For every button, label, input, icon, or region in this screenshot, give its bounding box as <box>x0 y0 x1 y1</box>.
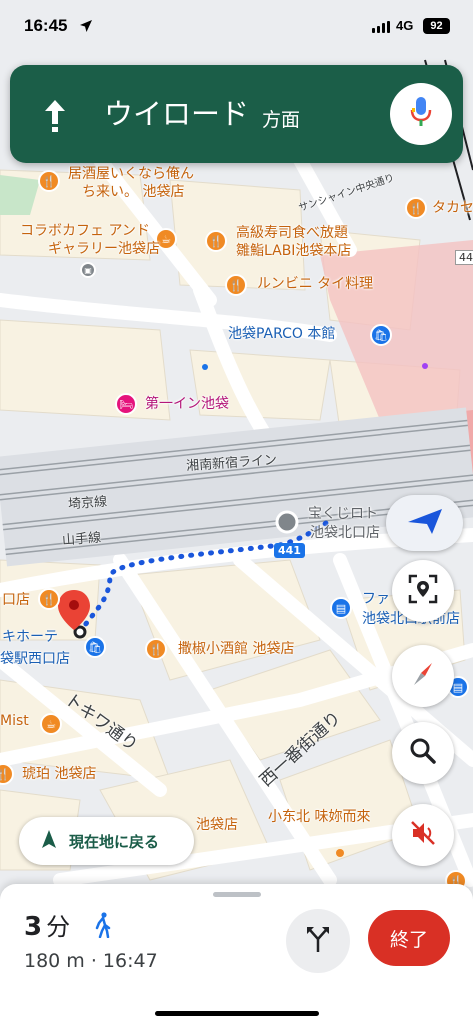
station-icon[interactable]: ▣ <box>80 262 96 278</box>
restaurant-icon[interactable]: 🍴 <box>38 170 60 192</box>
rail-label: 埼京線 <box>67 494 108 513</box>
store-icon[interactable]: ▤ <box>330 597 352 619</box>
route-shield: 44 <box>455 250 473 265</box>
poi-label[interactable]: ち来い。 池袋店 <box>82 183 184 201</box>
battery-level: 92 <box>430 20 443 32</box>
navigation-arrow-icon <box>41 829 57 853</box>
lens-search-icon <box>407 573 439 609</box>
trip-summary-sheet[interactable]: 3分 180 m · 16:47 終了 <box>0 884 473 1024</box>
shopping-icon[interactable]: 🛍 <box>84 636 106 658</box>
destination-name: ウイロード <box>104 97 250 131</box>
end-navigation-button[interactable]: 終了 <box>368 910 450 966</box>
restaurant-icon[interactable]: 🍴 <box>405 197 427 219</box>
poi-label[interactable]: Mist <box>0 712 29 730</box>
home-indicator[interactable] <box>155 1011 319 1016</box>
navigation-banner[interactable]: ウイロード 方面 <box>10 65 463 163</box>
poi-label[interactable]: ギャラリー池袋店 <box>48 240 160 258</box>
network-type: 4G <box>396 18 414 33</box>
poi-label[interactable]: キホーテ <box>2 628 58 646</box>
poi-label[interactable]: 袋駅西口店 <box>0 650 70 668</box>
rail-label: 山手線 <box>61 530 102 549</box>
recenter-label: 現在地に戻る <box>69 832 160 851</box>
alternate-routes-button[interactable] <box>286 909 350 973</box>
poi-label[interactable]: 琥珀 池袋店 <box>22 765 96 783</box>
battery-icon: 92 <box>423 18 450 34</box>
restaurant-icon[interactable]: 🍴 <box>38 588 60 610</box>
distance-eta: 180 m · 16:47 <box>24 950 158 972</box>
walking-icon <box>94 912 112 942</box>
compass-button[interactable] <box>386 495 463 551</box>
poi-label[interactable]: 池袋店 <box>196 816 238 834</box>
poi-label[interactable]: 雛鮨LABI池袋本店 <box>236 242 351 260</box>
poi-label[interactable]: 宝くじロト <box>308 505 378 523</box>
arrow-up-icon <box>43 98 67 138</box>
restaurant-icon[interactable]: 🍴 <box>225 274 247 296</box>
voice-search-button[interactable] <box>390 83 452 145</box>
north-button[interactable] <box>392 645 454 707</box>
poi-label[interactable]: 撒椒小酒館 池袋店 <box>178 640 294 658</box>
poi-label[interactable]: 池袋PARCO 本館 <box>228 325 335 343</box>
mute-button[interactable] <box>392 804 454 866</box>
duration-value: 3 <box>24 912 43 942</box>
poi-label[interactable]: 口店 <box>2 591 30 609</box>
alternate-routes-icon <box>305 925 331 957</box>
status-bar: 16:45 4G 92 <box>0 0 473 50</box>
poi-label[interactable]: コラボカフェ アンド <box>20 222 150 240</box>
sheet-drag-handle[interactable] <box>213 892 261 897</box>
poi-label[interactable]: 小东北 味妳而來 <box>268 808 370 826</box>
map-search-button[interactable] <box>392 722 454 784</box>
location-arrow-icon <box>79 18 93 37</box>
navigation-arrow-icon <box>406 506 444 540</box>
recenter-button[interactable]: 現在地に戻る <box>19 817 194 865</box>
microphone-icon <box>410 96 432 132</box>
lens-button[interactable] <box>392 560 454 622</box>
search-icon <box>409 737 437 769</box>
route-shield: 441 <box>274 543 305 558</box>
sound-off-icon <box>408 818 438 852</box>
signal-icon <box>372 21 390 33</box>
poi-label[interactable]: 池袋北口店 <box>310 524 380 542</box>
poi-label[interactable]: 第一イン池袋 <box>145 395 229 413</box>
hotel-icon[interactable]: 🛏 <box>115 393 137 415</box>
restaurant-icon[interactable]: 🍴 <box>145 638 167 660</box>
cafe-icon[interactable]: ☕ <box>40 713 62 735</box>
duration-unit: 分 <box>46 913 71 941</box>
direction-suffix: 方面 <box>262 109 301 131</box>
poi-label[interactable]: ルンビニ タイ料理 <box>257 275 373 293</box>
poi-label[interactable]: ファ <box>362 590 390 608</box>
restaurant-icon[interactable]: 🍴 <box>205 230 227 252</box>
compass-north-icon <box>408 659 438 693</box>
status-time: 16:45 <box>24 16 68 35</box>
poi-label[interactable]: 高級寿司食べ放題 <box>236 224 348 242</box>
poi-label[interactable]: 居酒屋いくなら俺ん <box>68 165 194 183</box>
shopping-icon[interactable]: 🛍 <box>370 324 392 346</box>
poi-label[interactable]: タカセ <box>432 199 473 217</box>
trip-duration: 3分 <box>24 907 70 942</box>
